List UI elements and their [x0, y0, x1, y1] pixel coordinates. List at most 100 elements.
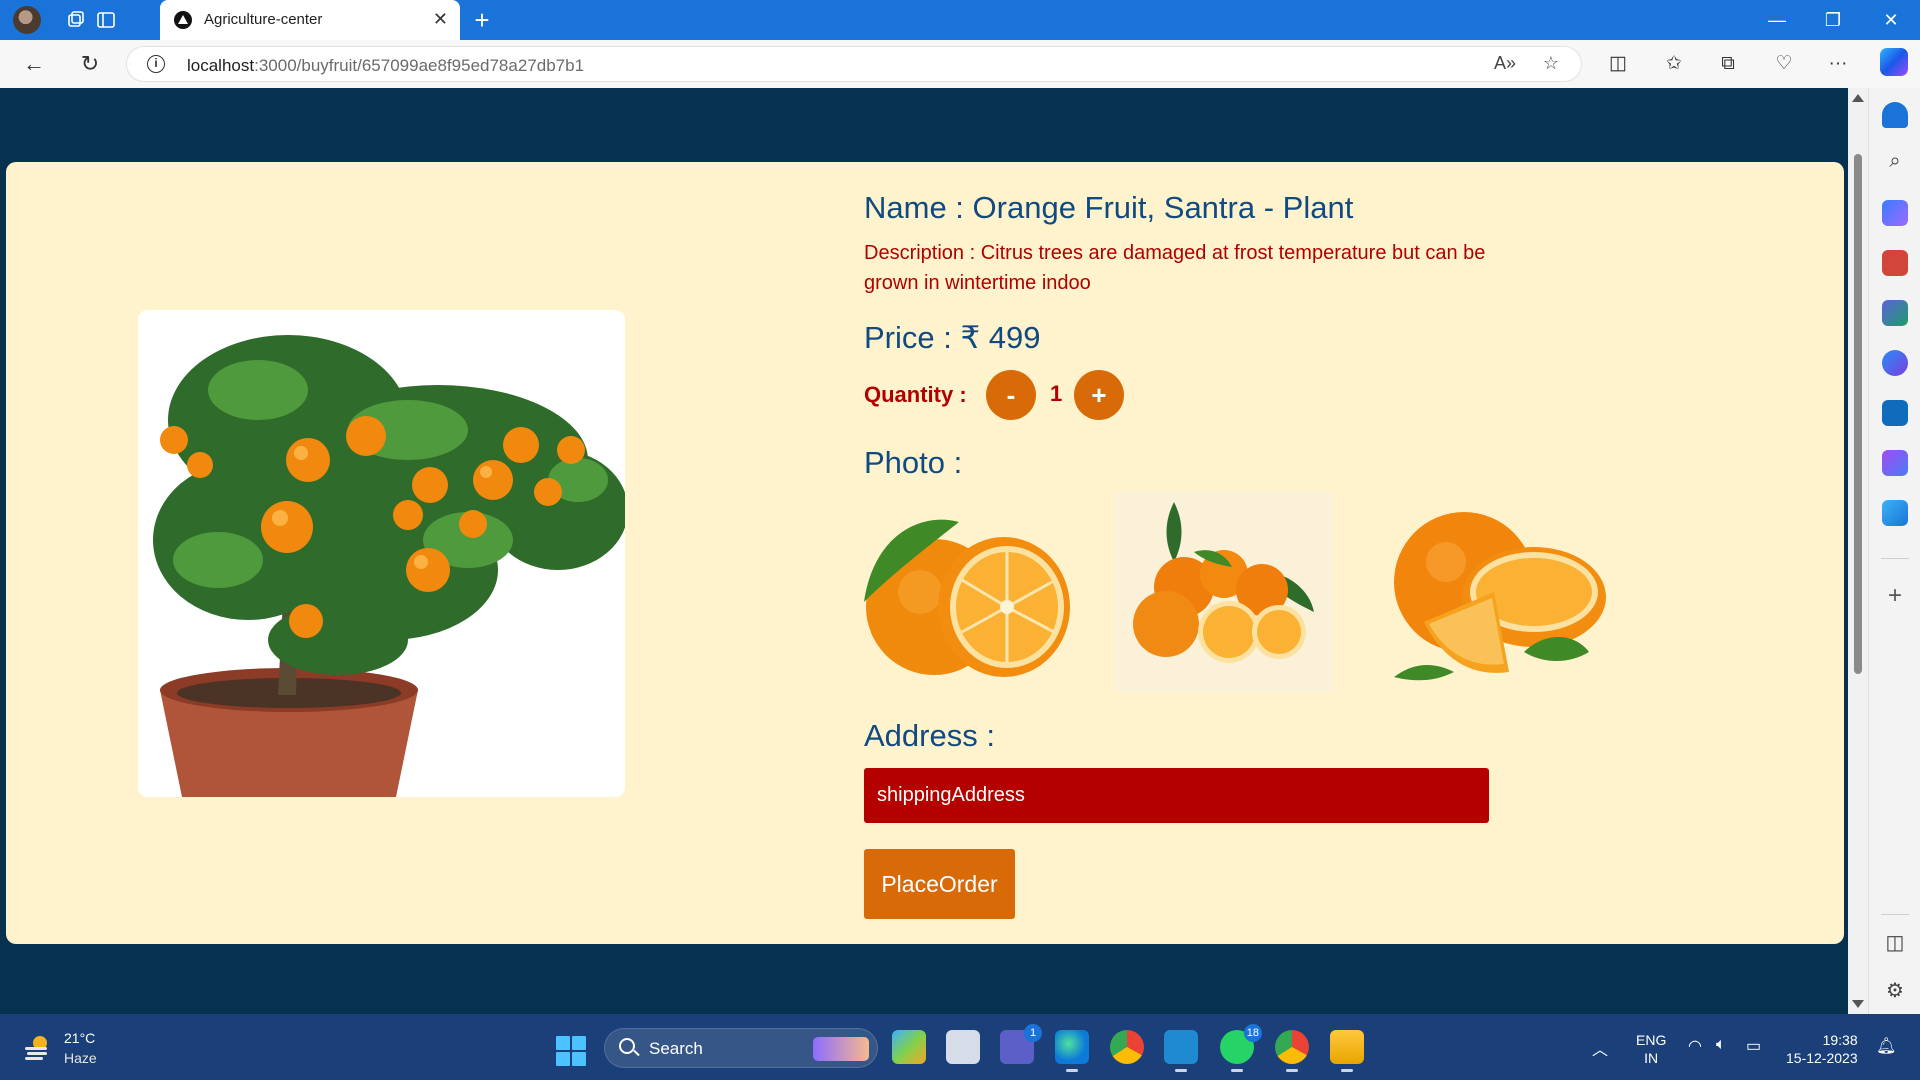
- shopping-tag-icon[interactable]: [1882, 200, 1908, 226]
- games-icon[interactable]: [1882, 300, 1908, 326]
- designer-icon[interactable]: [1882, 450, 1908, 476]
- address-label: Address :: [864, 718, 995, 753]
- minimize-button[interactable]: —: [1762, 6, 1792, 34]
- task-view-icon[interactable]: [946, 1030, 980, 1064]
- back-button[interactable]: ←: [18, 49, 50, 79]
- refresh-button[interactable]: ↻: [74, 49, 106, 79]
- vscode-icon[interactable]: [1164, 1030, 1198, 1072]
- copilot-icon[interactable]: [1880, 48, 1908, 76]
- orange-plant-image: [138, 310, 625, 797]
- teams-badge: 1: [1024, 1024, 1042, 1042]
- product-name: Name : Orange Fruit, Santra - Plant: [864, 190, 1354, 225]
- whatsapp-icon[interactable]: 18: [1220, 1024, 1262, 1072]
- read-aloud-icon[interactable]: A»: [1491, 53, 1519, 77]
- orange-photo-3: [1394, 512, 1606, 681]
- orange-photo-1: [864, 519, 1070, 677]
- profile-avatar[interactable]: [13, 6, 41, 34]
- restore-button[interactable]: ❐: [1818, 6, 1848, 34]
- edge-taskbar-icon[interactable]: [1055, 1030, 1089, 1072]
- sidebar-divider: [1881, 558, 1909, 559]
- new-tab-button[interactable]: +: [468, 6, 496, 34]
- weather-haze-icon[interactable]: [22, 1032, 52, 1062]
- quantity-increase-button[interactable]: +: [1074, 370, 1124, 420]
- more-options-icon[interactable]: ···: [1822, 50, 1854, 78]
- drop-send-icon[interactable]: [1882, 500, 1908, 526]
- orange-photo-2: [1114, 492, 1334, 692]
- close-window-button[interactable]: ✕: [1876, 6, 1906, 34]
- language-region: IN: [1644, 1050, 1659, 1066]
- photo-label: Photo :: [864, 445, 963, 480]
- close-tab-icon[interactable]: ✕: [433, 9, 448, 30]
- tab-agriculture-center[interactable]: Agriculture-center ✕: [160, 0, 460, 40]
- split-screen-icon[interactable]: ◫: [1602, 50, 1634, 78]
- product-price: Price : ₹ 499: [864, 320, 1041, 355]
- quantity-decrease-button[interactable]: -: [986, 370, 1036, 420]
- hide-sidebar-icon[interactable]: ◫: [1882, 930, 1908, 955]
- running-indicator: [1341, 1069, 1353, 1072]
- url-host: localhost: [187, 56, 255, 75]
- weather-temperature[interactable]: 21°C: [64, 1030, 95, 1046]
- product-description: Description : Citrus trees are damaged a…: [864, 242, 1486, 294]
- tab-title: Agriculture-center: [204, 11, 323, 28]
- site-favicon-icon: [174, 11, 192, 29]
- place-order-button[interactable]: PlaceOrder: [864, 849, 1015, 919]
- running-indicator: [1175, 1069, 1187, 1072]
- battery-icon[interactable]: ▭: [1746, 1036, 1761, 1056]
- wifi-icon[interactable]: ◠: [1688, 1036, 1702, 1056]
- search-label: Search: [649, 1039, 703, 1058]
- browser-toolbar: ← ↻ i localhost:3000/buyfruit/657099ae8f…: [0, 40, 1920, 88]
- notifications-bell-icon[interactable]: [1882, 102, 1908, 128]
- shipping-address-input[interactable]: [864, 768, 1489, 823]
- quantity-value: 1: [1050, 381, 1063, 406]
- volume-icon[interactable]: 🔈︎: [1716, 1036, 1726, 1054]
- sidebar-settings-gear-icon[interactable]: ⚙: [1882, 978, 1908, 1003]
- page-background: Name : Orange Fruit, Santra - Plant Desc…: [0, 88, 1848, 1014]
- whatsapp-badge: 18: [1243, 1024, 1262, 1042]
- site-info-icon[interactable]: i: [147, 55, 165, 73]
- clock-date: 15-12-2023: [1786, 1050, 1858, 1066]
- favorites-icon[interactable]: ✩: [1658, 50, 1690, 78]
- running-indicator: [1066, 1069, 1078, 1072]
- add-sidebar-app-icon[interactable]: +: [1882, 582, 1908, 610]
- favorite-star-icon[interactable]: ☆: [1537, 53, 1565, 77]
- page-scrollbar[interactable]: [1848, 88, 1868, 1014]
- tools-briefcase-icon[interactable]: [1882, 250, 1908, 276]
- language-indicator[interactable]: ENG IN: [1636, 1031, 1666, 1067]
- edge-sidebar: ⌕ + ◫ ⚙: [1868, 88, 1920, 1014]
- notification-bell-icon[interactable]: 🔔︎: [1876, 1036, 1896, 1056]
- scroll-up-arrow-icon[interactable]: [1852, 94, 1864, 102]
- search-highlight-icon: [813, 1037, 869, 1061]
- running-indicator: [1286, 1069, 1298, 1072]
- taskbar-search[interactable]: Search: [604, 1028, 878, 1068]
- search-sidebar-icon[interactable]: ⌕: [1882, 150, 1908, 173]
- product-main-photo: [138, 310, 625, 797]
- browser-titlebar: Agriculture-center ✕ + — ❐ ✕: [0, 0, 1920, 40]
- weather-condition[interactable]: Haze: [64, 1050, 97, 1066]
- chrome-icon[interactable]: [1110, 1030, 1144, 1064]
- scroll-down-arrow-icon[interactable]: [1852, 1000, 1864, 1008]
- copilot-taskbar-icon[interactable]: [892, 1030, 926, 1064]
- collections-icon[interactable]: ⧉: [1712, 50, 1744, 78]
- browser-essentials-icon[interactable]: ♡: [1768, 50, 1800, 78]
- file-explorer-icon[interactable]: [1330, 1030, 1364, 1072]
- show-hidden-icons-chevron-icon[interactable]: ︿: [1592, 1036, 1608, 1060]
- system-clock[interactable]: 19:38 15-12-2023: [1786, 1031, 1858, 1067]
- chrome-profile-icon[interactable]: [1275, 1030, 1309, 1072]
- workspaces-icon[interactable]: [62, 6, 90, 34]
- scroll-thumb[interactable]: [1854, 154, 1862, 674]
- outlook-icon[interactable]: [1882, 400, 1908, 426]
- language-code: ENG: [1636, 1032, 1667, 1048]
- running-indicator: [1231, 1069, 1243, 1072]
- url-path: :3000/buyfruit/657099ae8f95ed78a27db7b1: [254, 56, 585, 75]
- product-card: Name : Orange Fruit, Santra - Plant Desc…: [6, 162, 1844, 944]
- clock-time: 19:38: [1822, 1032, 1858, 1048]
- url-text[interactable]: localhost:3000/buyfruit/657099ae8f95ed78…: [187, 56, 584, 76]
- tab-actions-icon[interactable]: [92, 6, 120, 34]
- sidebar-divider-bottom: [1881, 914, 1909, 915]
- search-icon: [619, 1038, 635, 1054]
- teams-icon[interactable]: 1: [1000, 1024, 1042, 1064]
- windows-start-icon[interactable]: [556, 1036, 586, 1066]
- quantity-label: Quantity :: [864, 382, 967, 407]
- address-bar[interactable]: i localhost:3000/buyfruit/657099ae8f95ed…: [126, 46, 1582, 82]
- copilot-sidebar-icon[interactable]: [1882, 350, 1908, 376]
